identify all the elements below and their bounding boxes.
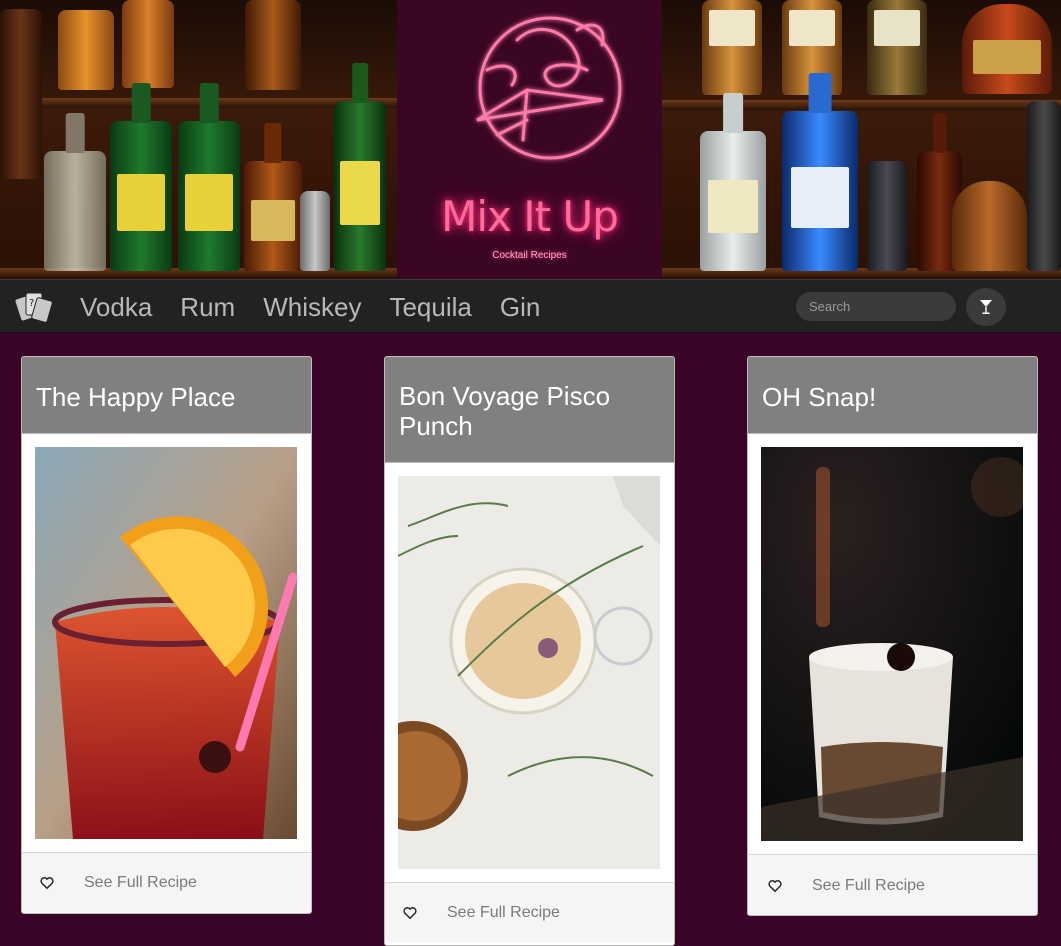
nav-links: Vodka Rum Whiskey Tequila Gin <box>80 280 568 334</box>
recipe-card-happy-place: The Happy Place See Full Recipe <box>21 356 312 914</box>
nav-link-rum[interactable]: Rum <box>180 292 235 323</box>
neon-cocktail-logo-icon <box>476 16 622 160</box>
card-title: The Happy Place <box>22 357 311 434</box>
card-footer: See Full Recipe <box>748 854 1037 915</box>
playing-cards-icon[interactable]: ? <box>14 285 54 332</box>
cocktail-photo-whiskey-glass <box>761 447 1023 841</box>
search-button[interactable] <box>966 288 1006 326</box>
heart-icon[interactable] <box>768 879 782 893</box>
bar-shelf-photo-left <box>0 0 397 279</box>
heart-icon[interactable] <box>40 876 54 890</box>
brand-title: Mix It Up <box>441 192 619 241</box>
recipe-card-oh-snap: OH Snap! See Full Recipe <box>747 356 1038 916</box>
cocktail-photo-pisco-punch <box>398 476 660 869</box>
card-title: Bon Voyage Pisco Punch <box>385 357 674 463</box>
main-navbar: ? Vodka Rum Whiskey Tequila Gin <box>0 279 1061 333</box>
see-full-recipe-link[interactable]: See Full Recipe <box>84 874 197 892</box>
bar-shelf-photo-right <box>662 0 1061 279</box>
recipe-card-bon-voyage: Bon Voyage Pisco Punch See Full Recipe <box>384 356 675 946</box>
svg-text:?: ? <box>29 298 34 309</box>
see-full-recipe-link[interactable]: See Full Recipe <box>447 904 560 922</box>
nav-link-tequila[interactable]: Tequila <box>389 292 471 323</box>
card-footer: See Full Recipe <box>385 882 674 942</box>
search-input[interactable] <box>796 292 956 321</box>
nav-link-gin[interactable]: Gin <box>500 292 540 323</box>
see-full-recipe-link[interactable]: See Full Recipe <box>812 877 925 895</box>
nav-link-whiskey[interactable]: Whiskey <box>263 292 361 323</box>
hero-banner: Mix It Up Cocktail Recipes <box>0 0 1061 279</box>
cocktail-glass-icon <box>980 300 992 314</box>
card-title: OH Snap! <box>748 357 1037 434</box>
brand-subtitle: Cocktail Recipes <box>492 250 567 261</box>
brand-logo-panel: Mix It Up Cocktail Recipes <box>397 0 662 279</box>
nav-link-vodka[interactable]: Vodka <box>80 292 152 323</box>
card-footer: See Full Recipe <box>22 852 311 912</box>
heart-icon[interactable] <box>403 906 417 920</box>
cocktail-photo-orange-drink <box>35 447 297 839</box>
